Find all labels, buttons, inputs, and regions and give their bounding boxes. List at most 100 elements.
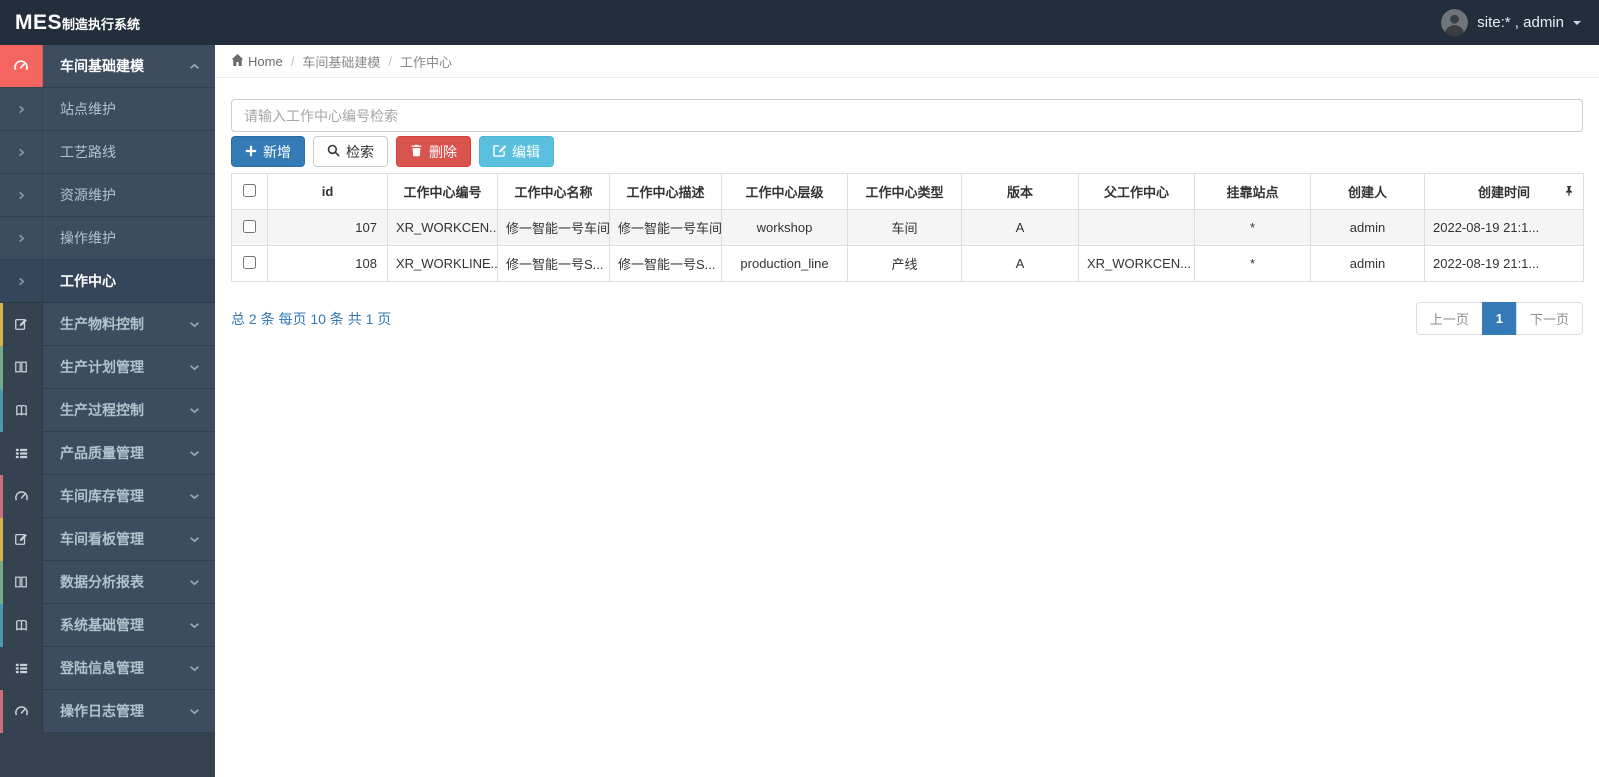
column-header-type: 工作中心类型: [847, 173, 962, 210]
sidebar-item-label: 数据分析报表: [60, 574, 144, 590]
cell-level: workshop: [721, 209, 848, 246]
cell-description: 修一智能一号车间: [609, 209, 722, 246]
table-row[interactable]: 107 XR_WORKCEN... 修一智能一号车间 修一智能一号车间 work…: [231, 209, 1584, 246]
list-icon: [0, 432, 43, 474]
search-button[interactable]: 检索: [313, 136, 388, 167]
delete-button[interactable]: 删除: [396, 136, 471, 167]
page-1-button[interactable]: 1: [1481, 302, 1517, 335]
sidebar-item-product-quality-management[interactable]: 产品质量管理: [0, 432, 215, 475]
breadcrumb-level1-link[interactable]: 车间基础建模: [302, 52, 380, 71]
sidebar-item-site-maintenance[interactable]: 站点维护: [0, 88, 215, 131]
user-menu[interactable]: site:* , admin: [1441, 9, 1599, 36]
sidebar-item-production-process-control[interactable]: 生产过程控制: [0, 389, 215, 432]
sidebar-item-system-basic-management[interactable]: 系统基础管理: [0, 604, 215, 647]
cell-level: production_line: [721, 245, 848, 282]
columns-icon: [0, 561, 43, 603]
cell-site: *: [1194, 245, 1311, 282]
sidebar-item-workshop-inventory-management[interactable]: 车间库存管理: [0, 475, 215, 518]
sidebar-item-workshop-kanban-management[interactable]: 车间看板管理: [0, 518, 215, 561]
chevron-up-icon: [189, 45, 215, 87]
sidebar-item-label: 登陆信息管理: [60, 660, 144, 676]
column-header-description: 工作中心描述: [609, 173, 722, 210]
table-row[interactable]: 108 XR_WORKLINE... 修一智能一号S... 修一智能一号S...…: [231, 245, 1584, 282]
breadcrumb-current: 工作中心: [399, 54, 452, 70]
breadcrumb: Home / 车间基础建模 / 工作中心: [215, 45, 1599, 78]
chevron-down-icon: [189, 475, 215, 517]
edit-button-label: 编辑: [512, 143, 540, 160]
toolbar: 新增 检索 删除 编辑: [231, 136, 1583, 167]
sidebar-item-resource-maintenance[interactable]: 资源维护: [0, 174, 215, 217]
user-label: site:* , admin: [1477, 14, 1564, 31]
next-page-button[interactable]: 下一页: [1515, 302, 1583, 335]
cell-code: XR_WORKCEN...: [387, 209, 498, 246]
select-all-checkbox[interactable]: [243, 183, 256, 197]
brand-primary: MES: [15, 10, 63, 34]
sidebar-item-label: 生产物料控制: [60, 316, 144, 332]
sidebar-item-operation-log-management[interactable]: 操作日志管理: [0, 690, 215, 733]
sidebar-item-label: 车间看板管理: [60, 531, 144, 547]
row-checkbox[interactable]: [243, 219, 256, 233]
sidebar-item-label: 工艺路线: [60, 144, 116, 160]
chevron-right-icon: [0, 217, 43, 259]
chevron-right-icon: [0, 131, 43, 173]
add-button[interactable]: 新增: [231, 136, 305, 167]
column-header-name: 工作中心名称: [497, 173, 610, 210]
trash-icon: [410, 144, 423, 160]
breadcrumb-separator: /: [290, 53, 295, 69]
cell-creator: admin: [1310, 245, 1425, 282]
cell-created-time: 2022-08-19 21:1...: [1424, 245, 1584, 282]
sidebar-item-production-plan-management[interactable]: 生产计划管理: [0, 346, 215, 389]
work-center-table: id 工作中心编号 工作中心名称 工作中心描述 工作中心层级 工作中心类型 版本…: [231, 173, 1584, 282]
sidebar-item-work-center[interactable]: 工作中心: [0, 260, 215, 303]
prev-page-button[interactable]: 上一页: [1415, 302, 1483, 335]
accent-strip: [0, 475, 3, 518]
column-header-creator: 创建人: [1310, 173, 1425, 210]
home-icon: [231, 53, 244, 69]
accent-strip: [0, 647, 3, 690]
pagination-summary: 总 2 条 每页 10 条 共 1 页: [231, 310, 392, 327]
sidebar-item-data-analysis-report[interactable]: 数据分析报表: [0, 561, 215, 604]
sidebar-item-workshop-basic-modeling[interactable]: 车间基础建模: [0, 45, 215, 88]
sidebar-item-process-route[interactable]: 工艺路线: [0, 131, 215, 174]
avatar: [1441, 9, 1469, 36]
table-header-row: id 工作中心编号 工作中心名称 工作中心描述 工作中心层级 工作中心类型 版本…: [231, 173, 1584, 210]
chevron-down-icon: [189, 518, 215, 560]
accent-strip: [0, 303, 3, 346]
chevron-down-icon: [189, 647, 215, 689]
plus-icon: [245, 144, 257, 160]
accent-strip: [0, 604, 3, 647]
sidebar-item-login-info-management[interactable]: 登陆信息管理: [0, 647, 215, 690]
accent-strip: [0, 346, 3, 389]
edit-icon: [493, 144, 507, 160]
gauge-icon: [0, 45, 43, 87]
sidebar-item-production-material-control[interactable]: 生产物料控制: [0, 303, 215, 346]
book-icon: [0, 604, 43, 646]
search-button-label: 检索: [346, 143, 374, 160]
accent-strip: [0, 432, 3, 475]
gauge-icon: [0, 475, 43, 517]
cell-id: 108: [267, 245, 388, 282]
edit-square-icon: [0, 303, 43, 345]
search-input[interactable]: [231, 99, 1583, 132]
row-select-cell: [231, 245, 268, 282]
search-icon: [327, 144, 340, 160]
topbar: MES 制造执行系统 site:* , admin: [0, 0, 1599, 45]
breadcrumb-home-link[interactable]: Home: [231, 53, 283, 69]
cell-name: 修一智能一号车间: [497, 209, 610, 246]
pin-icon[interactable]: [1564, 184, 1574, 199]
accent-strip: [0, 518, 3, 561]
select-all-cell: [231, 173, 268, 210]
sidebar-item-operation-maintenance[interactable]: 操作维护: [0, 217, 215, 260]
pagination-controls: 上一页 1 下一页: [1415, 302, 1583, 335]
sidebar-item-label: 站点维护: [60, 101, 116, 117]
sidebar-item-label: 生产过程控制: [60, 402, 144, 418]
cell-parent: XR_WORKCEN...: [1078, 245, 1195, 282]
app-logo[interactable]: MES 制造执行系统: [0, 11, 140, 35]
edit-button[interactable]: 编辑: [479, 136, 554, 167]
chevron-down-icon: [189, 690, 215, 732]
chevron-down-icon: [189, 303, 215, 345]
cell-creator: admin: [1310, 209, 1425, 246]
edit-square-icon: [0, 518, 43, 560]
row-checkbox[interactable]: [243, 255, 256, 269]
column-header-created-time: 创建时间: [1424, 173, 1584, 210]
